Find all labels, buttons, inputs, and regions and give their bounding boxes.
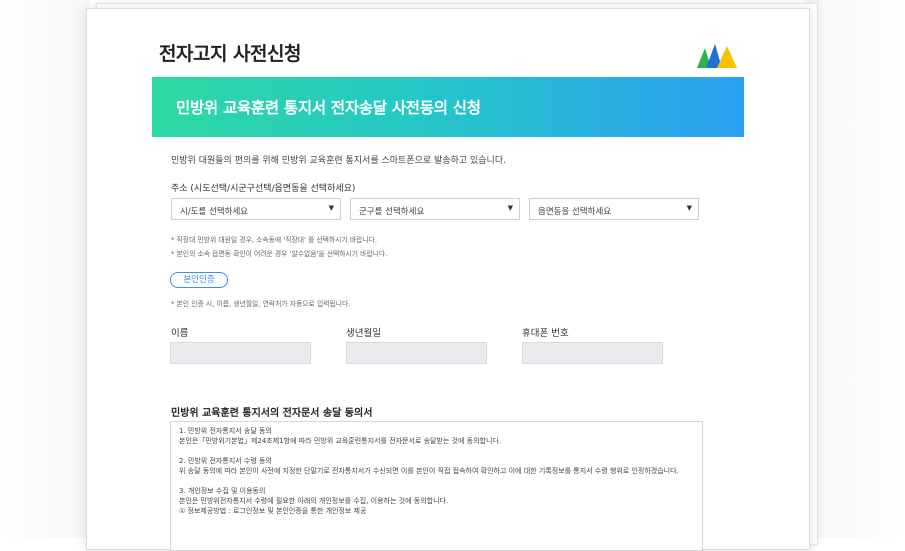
- sigungu-select[interactable]: 군구를 선택하세요 ▼: [350, 198, 520, 220]
- birthdate-label: 생년월일: [346, 328, 381, 339]
- birthdate-field[interactable]: [346, 342, 487, 364]
- sido-select[interactable]: 시/도를 선택하세요 ▼: [171, 198, 341, 220]
- background-right: [805, 0, 905, 538]
- name-label: 이름: [171, 328, 189, 339]
- eupmyeondong-select[interactable]: 읍면동을 선택하세요 ▼: [529, 198, 699, 220]
- sido-select-value: 시/도를 선택하세요: [180, 207, 249, 217]
- sigungu-select-value: 군구를 선택하세요: [359, 207, 425, 217]
- chevron-down-icon: ▼: [328, 204, 334, 212]
- name-field[interactable]: [170, 342, 311, 364]
- address-note-1: * 직장대 민방위 대원일 경우, 소속동에 '직장대' 를 선택하시기 바랍니…: [171, 236, 377, 244]
- consent-textarea[interactable]: 1. 민방위 전자통지서 송달 동의 본인은「민방위기본법」제24조제1항에 따…: [170, 421, 703, 551]
- chevron-down-icon: ▼: [686, 204, 692, 212]
- chevron-down-icon: ▼: [507, 204, 513, 212]
- background-left: [0, 0, 90, 538]
- application-page: 전자고지 사전신청 민방위 교육훈련 통지서 전자송달 사전동의 신청 민방위 …: [86, 8, 810, 551]
- auth-note: * 본인 인증 시, 이름, 생년월일, 연락처가 자동으로 입력됩니다.: [171, 300, 351, 308]
- page-title: 전자고지 사전신청: [159, 43, 301, 65]
- identity-verification-button[interactable]: 본인인증: [170, 272, 228, 288]
- address-note-2: * 본인의 소속 읍면동 확인이 어려운 경우 '알수없음'을 선택하시기 바랍…: [171, 250, 388, 258]
- intro-text: 민방위 대원들의 편의를 위해 민방위 교육훈련 통지서를 스마트폰으로 발송하…: [171, 156, 506, 166]
- eupmyeondong-select-value: 읍면동을 선택하세요: [538, 207, 612, 217]
- banner: 민방위 교육훈련 통지서 전자송달 사전동의 신청: [152, 77, 744, 137]
- consent-title: 민방위 교육훈련 통지서의 전자문서 송달 동의서: [171, 408, 373, 419]
- phone-field[interactable]: [522, 342, 663, 364]
- address-label: 주소 (시도선택/시군구선택/읍면동을 선택하세요): [171, 184, 356, 194]
- consent-text: 1. 민방위 전자통지서 송달 동의 본인은「민방위기본법」제24조제1항에 따…: [179, 427, 679, 515]
- banner-title: 민방위 교육훈련 통지서 전자송달 사전동의 신청: [176, 99, 481, 117]
- logo-icon: [697, 44, 737, 68]
- phone-label: 휴대폰 번호: [522, 328, 569, 339]
